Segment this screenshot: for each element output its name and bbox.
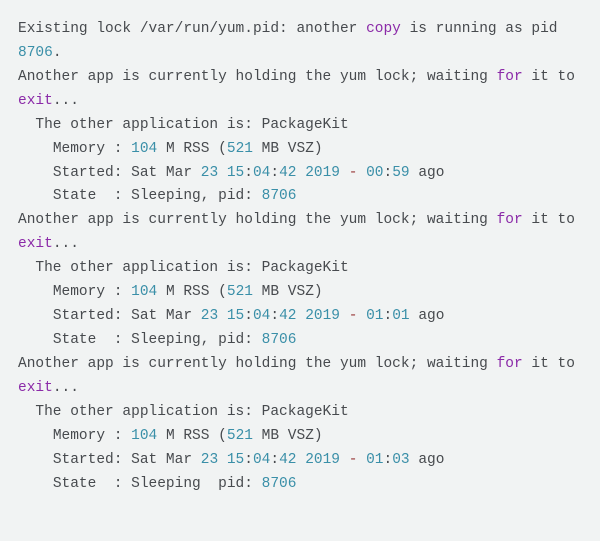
line-memory: Memory : 104 M RSS (521 MB VSZ) [18, 428, 323, 444]
line-other-app: The other application is: PackageKit [18, 260, 349, 276]
line-waiting: Another app is currently holding the yum… [18, 69, 584, 109]
line-state: State : Sleeping, pid: 8706 [18, 188, 296, 204]
line-state-cut: State : Sleeping pid: 8706 [18, 476, 296, 492]
line-memory: Memory : 104 M RSS (521 MB VSZ) [18, 284, 323, 300]
line-memory: Memory : 104 M RSS (521 MB VSZ) [18, 141, 323, 157]
line-existing-lock: Existing lock /var/run/yum.pid: another … [18, 21, 566, 61]
keyword-for: for [497, 356, 523, 372]
pid-number: 8706 [18, 45, 53, 61]
line-waiting: Another app is currently holding the yum… [18, 212, 584, 252]
keyword-exit: exit [18, 380, 53, 396]
line-state: State : Sleeping, pid: 8706 [18, 332, 296, 348]
keyword-for: for [497, 69, 523, 85]
line-other-app: The other application is: PackageKit [18, 404, 349, 420]
line-started: Started: Sat Mar 23 15:04:42 2019 - 01:0… [18, 452, 444, 468]
line-other-app: The other application is: PackageKit [18, 117, 349, 133]
keyword-for: for [497, 212, 523, 228]
terminal-output: Existing lock /var/run/yum.pid: another … [0, 0, 600, 496]
keyword-exit: exit [18, 236, 53, 252]
line-started: Started: Sat Mar 23 15:04:42 2019 - 00:5… [18, 165, 444, 181]
line-waiting: Another app is currently holding the yum… [18, 356, 584, 396]
keyword-exit: exit [18, 93, 53, 109]
keyword-copy: copy [366, 21, 401, 37]
line-started: Started: Sat Mar 23 15:04:42 2019 - 01:0… [18, 308, 444, 324]
